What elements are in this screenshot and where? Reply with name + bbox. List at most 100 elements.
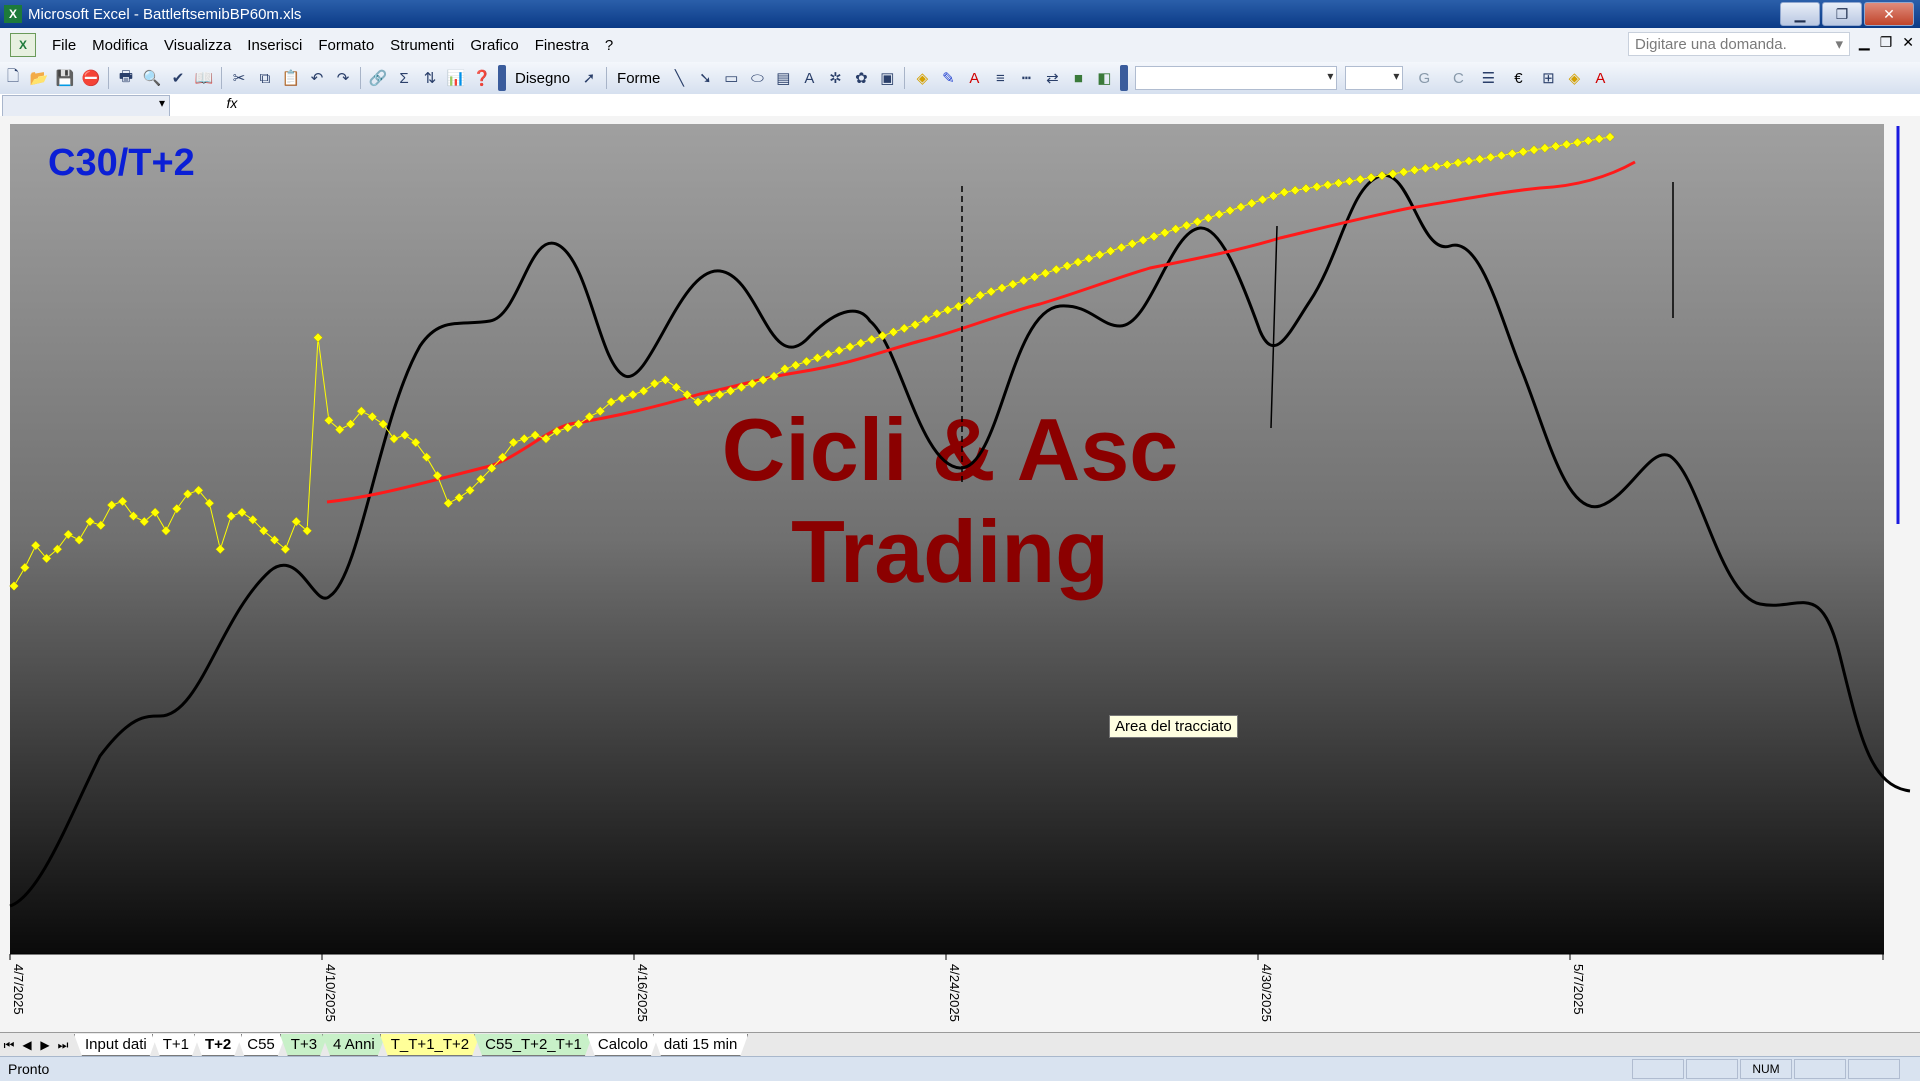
menu-modifica[interactable]: Modifica xyxy=(84,37,156,54)
menu-visualizza[interactable]: Visualizza xyxy=(156,37,239,54)
toolbar-grip[interactable] xyxy=(1120,65,1129,91)
bold-button[interactable]: G xyxy=(1409,67,1439,89)
minimize-button[interactable]: ▁ xyxy=(1780,2,1820,26)
help-icon[interactable]: ❓ xyxy=(471,67,493,89)
wordart-icon[interactable]: A xyxy=(798,67,820,89)
font-color-icon[interactable]: A xyxy=(963,67,985,89)
fill-color-icon[interactable]: ◈ xyxy=(911,67,933,89)
italic-button[interactable]: C xyxy=(1443,67,1473,89)
font-name-combo[interactable] xyxy=(1135,66,1338,90)
chart-wizard-icon[interactable]: 📊 xyxy=(445,67,467,89)
sort-icon[interactable]: ⇅ xyxy=(419,67,441,89)
menu-file[interactable]: File xyxy=(44,37,84,54)
x-axis-tick-label: 4/7/2025 xyxy=(11,964,26,1015)
align-center-icon[interactable]: ☰ xyxy=(1477,67,1499,89)
arrow-icon[interactable]: ➘ xyxy=(694,67,716,89)
status-panel xyxy=(1848,1059,1900,1079)
toolbar-separator xyxy=(904,67,906,89)
dash-style-icon[interactable]: ┅ xyxy=(1015,67,1037,89)
save-icon[interactable]: 💾 xyxy=(54,67,76,89)
paste-icon[interactable]: 📋 xyxy=(280,67,302,89)
shadow-icon[interactable]: ■ xyxy=(1067,67,1089,89)
sheet-tab[interactable]: T+2 xyxy=(194,1034,242,1056)
sheet-tab[interactable]: T_T+1_T+2 xyxy=(380,1034,480,1056)
menu-finestra[interactable]: Finestra xyxy=(527,37,597,54)
ask-question-box[interactable]: Digitare una domanda. ▾ xyxy=(1628,32,1850,56)
chart-svg[interactable]: C30/T+2 Cicli & Asc Trading 4/7/2025 4/10… xyxy=(0,116,1920,1032)
redo-icon[interactable]: ↷ xyxy=(332,67,354,89)
menu-inserisci[interactable]: Inserisci xyxy=(239,37,310,54)
arrow-style-icon[interactable]: ⇄ xyxy=(1041,67,1063,89)
last-sheet-icon[interactable]: ⏭ xyxy=(54,1038,72,1053)
sheet-tab[interactable]: dati 15 min xyxy=(653,1034,748,1056)
open-folder-icon[interactable]: 📂 xyxy=(28,67,50,89)
spelling-icon[interactable]: ✔ xyxy=(167,67,189,89)
prev-sheet-icon[interactable]: ◀ xyxy=(18,1038,36,1052)
sheet-tab[interactable]: Input dati xyxy=(74,1034,158,1056)
minimize-icon: ▁ xyxy=(1794,5,1806,22)
sheet-tab[interactable]: 4 Anni xyxy=(322,1034,386,1056)
borders-icon[interactable]: ⊞ xyxy=(1537,67,1559,89)
permission-icon[interactable]: ⛔ xyxy=(80,67,102,89)
chevron-down-icon[interactable]: ▾ xyxy=(1835,35,1843,53)
menu-grafico[interactable]: Grafico xyxy=(462,37,526,54)
doc-minimize-icon[interactable]: ▁ xyxy=(1859,34,1870,51)
watermark-line1: Cicli & Asc xyxy=(722,400,1178,499)
hyperlink-icon[interactable]: 🔗 xyxy=(367,67,389,89)
shapes-menu[interactable]: Forme xyxy=(613,67,664,89)
sheet-tab[interactable]: Calcolo xyxy=(587,1034,659,1056)
function-icon[interactable]: fx xyxy=(222,95,242,115)
restore-icon: ❐ xyxy=(1835,5,1849,22)
drawing-menu[interactable]: Disegno xyxy=(511,67,574,89)
sheet-tab[interactable]: C55_T+2_T+1 xyxy=(474,1034,593,1056)
undo-icon[interactable]: ↶ xyxy=(306,67,328,89)
doc-restore-icon[interactable]: ❐ xyxy=(1880,34,1893,51)
line-color-icon[interactable]: ✎ xyxy=(937,67,959,89)
ask-question-placeholder: Digitare una domanda. xyxy=(1635,35,1787,53)
fill-color2-icon[interactable]: ◈ xyxy=(1563,67,1585,89)
status-panel xyxy=(1686,1059,1738,1079)
menu-strumenti[interactable]: Strumenti xyxy=(382,37,462,54)
select-pointer-icon[interactable]: ➚ xyxy=(578,67,600,89)
picture-icon[interactable]: ▣ xyxy=(876,67,898,89)
menu-formato[interactable]: Formato xyxy=(310,37,382,54)
new-file-icon[interactable]: 🗋 xyxy=(2,67,24,89)
sheet-tabs: Input dati T+1 T+2 C55 T+3 4 Anni T_T+1_T+2 C55… xyxy=(80,1034,748,1056)
diagram-icon[interactable]: ✲ xyxy=(824,67,846,89)
restore-button[interactable]: ❐ xyxy=(1822,2,1862,26)
currency-button[interactable]: € xyxy=(1503,67,1533,89)
font-size-combo[interactable] xyxy=(1345,66,1404,90)
oval-icon[interactable]: ⬭ xyxy=(746,67,768,89)
line-icon[interactable]: ╲ xyxy=(668,67,690,89)
print-preview-icon[interactable]: 🔍 xyxy=(141,67,163,89)
research-icon[interactable]: 📖 xyxy=(193,67,215,89)
font-color2-icon[interactable]: A xyxy=(1589,67,1611,89)
toolbar-grip[interactable] xyxy=(498,65,506,91)
first-sheet-icon[interactable]: ⏮ xyxy=(0,1038,18,1053)
copy-icon[interactable]: ⧉ xyxy=(254,67,276,89)
doc-close-icon[interactable]: ✕ xyxy=(1902,34,1914,51)
status-panel xyxy=(1632,1059,1684,1079)
cut-icon[interactable]: ✂ xyxy=(228,67,250,89)
next-sheet-icon[interactable]: ▶ xyxy=(36,1038,54,1052)
line-style-icon[interactable]: ≡ xyxy=(989,67,1011,89)
x-axis-ticks: 4/7/2025 4/10/2025 4/16/2025 4/24/2025 4/30/… xyxy=(9,954,1884,1022)
excel-app-icon[interactable]: X xyxy=(4,5,22,23)
sheet-tab[interactable]: C55 xyxy=(236,1034,286,1056)
formula-bar: fx xyxy=(0,94,1920,117)
sheet-tab[interactable]: T+3 xyxy=(280,1034,328,1056)
menu-help[interactable]: ? xyxy=(597,37,621,54)
chart-sheet[interactable]: C30/T+2 Cicli & Asc Trading 4/7/2025 4/10… xyxy=(0,116,1920,1032)
autosum-icon[interactable]: Σ xyxy=(393,67,415,89)
rectangle-icon[interactable]: ▭ xyxy=(720,67,742,89)
3d-icon[interactable]: ◧ xyxy=(1093,67,1115,89)
x-axis-tick-label: 4/30/2025 xyxy=(1259,964,1274,1022)
x-axis-tick-label: 4/10/2025 xyxy=(323,964,338,1022)
close-button[interactable]: ✕ xyxy=(1864,2,1914,26)
clipart-icon[interactable]: ✿ xyxy=(850,67,872,89)
name-box[interactable] xyxy=(2,95,170,117)
textbox-icon[interactable]: ▤ xyxy=(772,67,794,89)
print-icon[interactable]: 🖶 xyxy=(115,67,137,89)
sheet-tab[interactable]: T+1 xyxy=(152,1034,200,1056)
workbook-icon[interactable]: X xyxy=(10,33,36,57)
